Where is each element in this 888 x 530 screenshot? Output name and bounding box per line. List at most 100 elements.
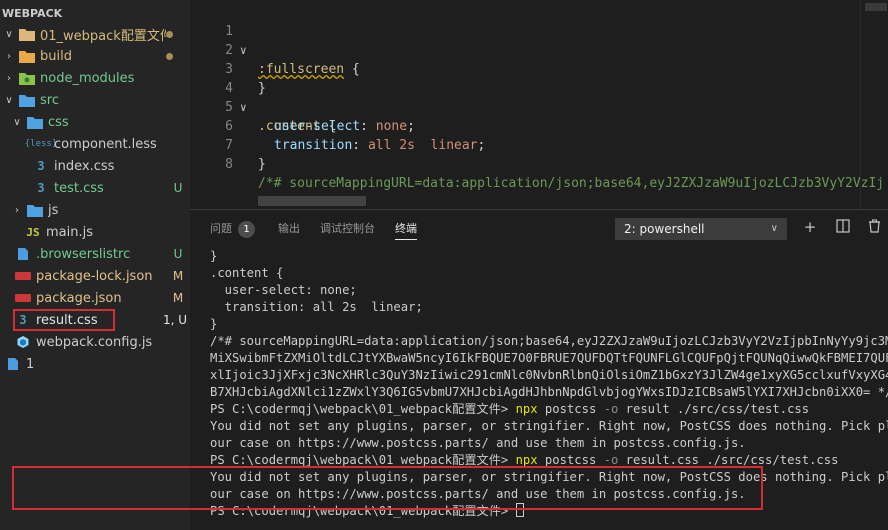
terminal-line: You did not set any plugins, parser, or … <box>210 419 888 433</box>
terminal-line: /*# sourceMappingURL=data:application/js… <box>210 334 888 348</box>
tree-item-label: webpack.config.js <box>36 334 153 350</box>
tree-item-label: build <box>40 48 72 64</box>
less-file-icon: {less} <box>24 139 58 149</box>
chevron-down-icon: ∨ <box>5 28 13 40</box>
tree-item-label: component.less <box>54 136 157 152</box>
npm-icon <box>14 290 32 306</box>
terminal-command-line: PS C:\codermqj\webpack\01_webpack配置文件> n… <box>210 452 838 469</box>
tree-item-label: .browserslistrc <box>36 246 131 262</box>
horizontal-scrollbar[interactable] <box>258 196 366 206</box>
tab-problems[interactable]: 问题 1 <box>210 220 255 240</box>
terminal-line: .content { <box>210 266 284 280</box>
tree-file-package-json[interactable]: package.json M <box>0 287 190 309</box>
tree-file-test-css[interactable]: 3 test.css U <box>0 177 190 199</box>
tree-item-label: 01_webpack配置文件 <box>40 28 166 44</box>
terminal-cursor <box>515 503 524 517</box>
css-comment: /*# sourceMappingURL=data:application/js… <box>258 176 885 191</box>
terminal-line: } <box>210 317 218 331</box>
config-file-icon <box>14 246 32 262</box>
command-args: result ./src/css/test.css <box>618 402 810 416</box>
bottom-panel: 问题 1 输出 调试控制台 终端 2: powershell ∨ + } .con… <box>190 209 888 530</box>
command-bin: postcss <box>537 402 604 416</box>
tree-item-label: package-lock.json <box>36 268 153 284</box>
terminal-line: B7XHJcbiAgdXNlci1zZWxlY3Q6IG5vbmU7XHJcbi… <box>210 385 888 399</box>
js-file-icon: JS <box>26 225 40 239</box>
folder-open-icon <box>18 92 36 108</box>
command-name: npx <box>515 402 538 416</box>
command-flag: -o <box>603 453 619 467</box>
terminal-select-value: 2: powershell <box>624 222 705 236</box>
code-line: 3 } <box>190 41 888 96</box>
git-status-badge: U <box>173 247 183 261</box>
split-terminal-icon[interactable] <box>835 219 851 235</box>
css-file-icon: 3 <box>37 159 45 173</box>
tree-folder-src[interactable]: ∨ src <box>0 89 190 111</box>
code-line: 5 user-select: none; <box>190 79 888 134</box>
tree-item-label: 1 <box>26 356 35 372</box>
tree-file-browserslistrc[interactable]: .browserslistrc U <box>0 243 190 265</box>
folder-open-icon <box>18 26 36 42</box>
tab-output[interactable]: 输出 <box>278 220 300 240</box>
webpack-file-icon <box>14 334 32 350</box>
git-status-badge: 1, U <box>162 313 188 327</box>
code-editor[interactable]: 1 ∨ :fullscreen { 2 3 } 4 ∨ .content { 5… <box>190 0 888 209</box>
css-file-icon: 3 <box>37 181 45 195</box>
terminal-line: our case on https://www.postcss.parts/ a… <box>210 436 746 450</box>
tree-file-index-css[interactable]: 3 index.css <box>0 155 190 177</box>
node-folder-icon <box>18 70 36 86</box>
tree-folder-js[interactable]: › js <box>0 199 190 221</box>
panel-tabs: 问题 1 输出 调试控制台 终端 2: powershell ∨ + <box>190 210 888 245</box>
tree-item-label: node_modules <box>40 70 135 86</box>
code-line: 2 <box>190 22 888 58</box>
tree-file-component-less[interactable]: {less} component.less <box>0 133 190 155</box>
tree-file-main-js[interactable]: JS main.js <box>0 221 190 243</box>
tree-file-1[interactable]: 1 <box>0 353 190 375</box>
modified-dot-icon <box>166 30 173 38</box>
chevron-right-icon: › <box>7 72 11 84</box>
tree-item-label: main.js <box>46 224 93 240</box>
terminal-select[interactable]: 2: powershell ∨ <box>615 218 787 240</box>
explorer-sidebar: WEBPACK ∨ 01_webpack配置文件 › build › node_… <box>0 0 190 530</box>
tab-terminal[interactable]: 终端 <box>395 220 417 240</box>
tree-file-webpack-config-js[interactable]: webpack.config.js <box>0 331 190 353</box>
tree-item-label: package.json <box>36 290 122 306</box>
tree-file-package-lock-json[interactable]: package-lock.json M <box>0 265 190 287</box>
folder-open-icon <box>26 114 44 130</box>
tree-folder-build[interactable]: › build <box>0 45 190 67</box>
terminal-line: transition: all 2s linear; <box>210 300 423 314</box>
file-icon <box>4 356 22 372</box>
folder-icon <box>18 48 36 64</box>
highlight-box <box>13 309 115 331</box>
minimap-slider[interactable] <box>865 3 887 11</box>
add-terminal-icon[interactable]: + <box>802 219 818 235</box>
git-status-badge: U <box>173 181 183 195</box>
tab-debug-console[interactable]: 调试控制台 <box>320 220 375 240</box>
folder-icon <box>26 202 44 218</box>
minimap[interactable] <box>860 0 888 209</box>
npm-icon <box>14 268 32 284</box>
terminal-command-line: PS C:\codermqj\webpack\01_webpack配置文件> n… <box>210 401 809 418</box>
terminal-line: You did not set any plugins, parser, or … <box>210 470 888 484</box>
chevron-down-icon: ∨ <box>13 116 21 128</box>
tab-label: 终端 <box>395 222 417 235</box>
code-line: 7 } <box>190 117 888 172</box>
git-status-badge: M <box>172 291 184 305</box>
tree-item-label: js <box>48 202 59 218</box>
trash-icon[interactable] <box>866 219 882 235</box>
terminal-prompt: PS C:\codermqj\webpack\01_webpack配置文件> <box>210 402 516 416</box>
tree-folder-node-modules[interactable]: › node_modules <box>0 67 190 89</box>
code-line: 6 transition: all 2s linear; <box>190 98 888 153</box>
command-args: result.css ./src/css/test.css <box>618 453 839 467</box>
tree-item-label: css <box>48 114 69 130</box>
terminal-line: MiXSwibmFtZXMiOltdLCJtYXBwaW5ncyI6IkFBQU… <box>210 351 888 365</box>
terminal-output[interactable]: } .content { user-select: none; transiti… <box>210 248 888 530</box>
terminal-line: } <box>210 249 218 263</box>
terminal-prompt: PS C:\codermqj\webpack\01_webpack配置文件> <box>210 504 516 518</box>
tree-folder-01-webpack[interactable]: ∨ 01_webpack配置文件 <box>0 23 190 45</box>
tree-item-label: src <box>40 92 59 108</box>
command-name: npx <box>515 453 538 467</box>
tree-item-label: test.css <box>54 180 104 196</box>
code-line: 8 /*# sourceMappingURL=data:application/… <box>190 136 888 191</box>
tree-folder-css[interactable]: ∨ css <box>0 111 190 133</box>
terminal-command-line: PS C:\codermqj\webpack\01_webpack配置文件> <box>210 503 524 520</box>
